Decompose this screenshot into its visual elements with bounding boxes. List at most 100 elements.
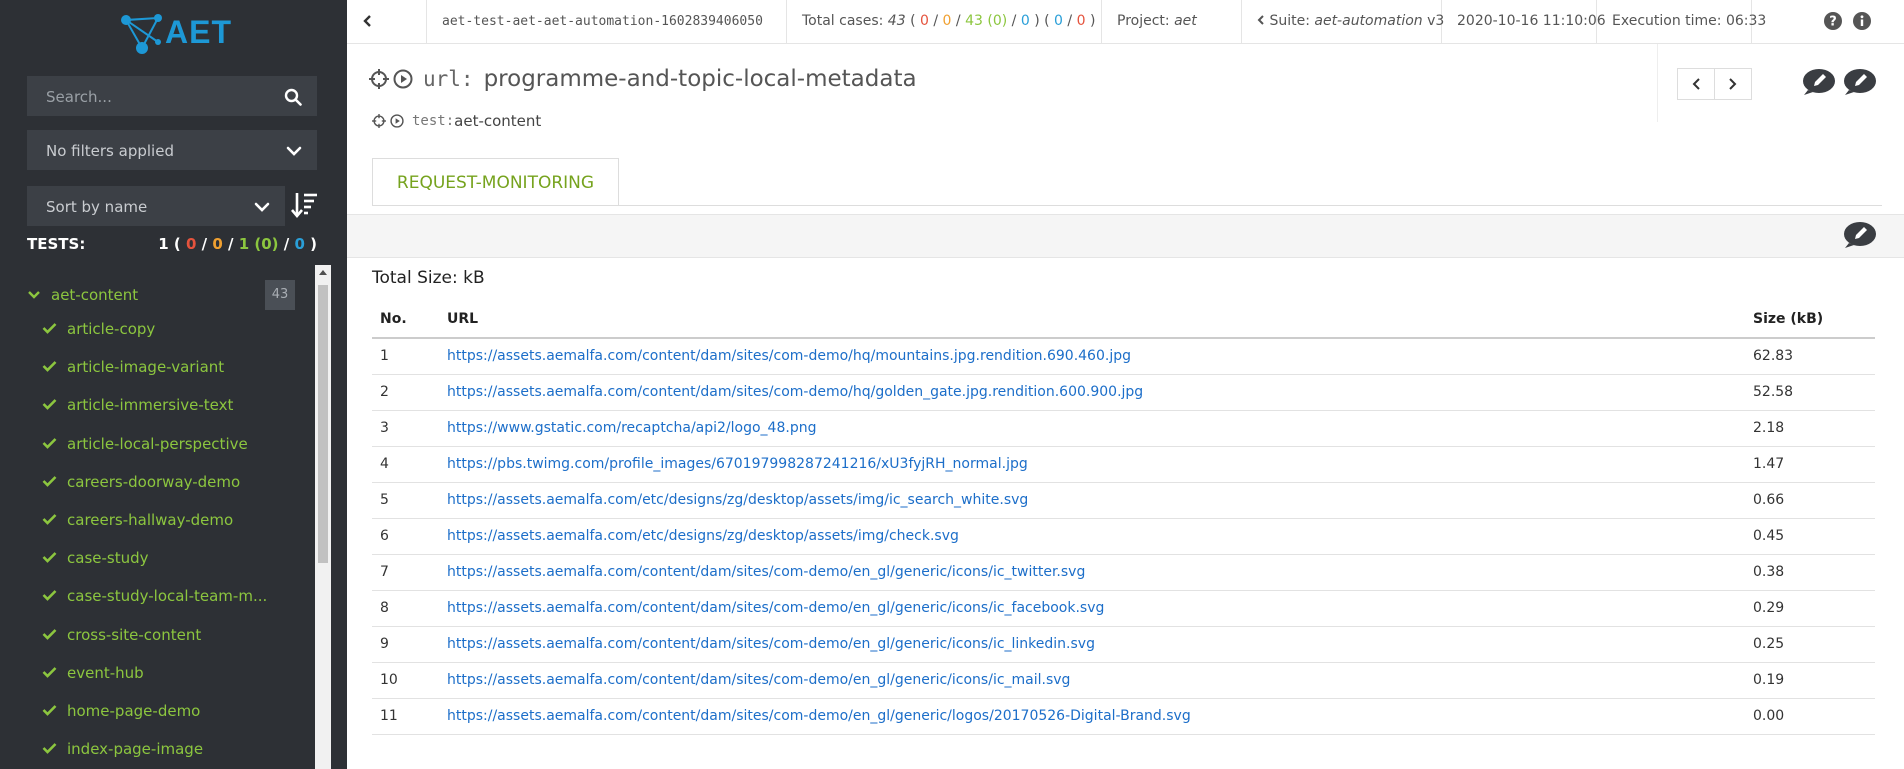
next-button[interactable] [1715,69,1751,99]
check-icon [42,310,58,348]
test-item[interactable]: article-copy [42,310,302,348]
row-url-cell: https://assets.aemalfa.com/content/dam/s… [439,554,1745,591]
row-number: 4 [372,446,439,483]
run-date: 2020-10-16 11:10:06 [1442,0,1606,43]
row-size: 52.58 [1745,374,1875,411]
test-item-label: case-study [67,549,149,568]
request-url-link[interactable]: https://assets.aemalfa.com/content/dam/s… [447,348,1131,364]
row-number: 3 [372,410,439,447]
test-item[interactable]: cross-site-content [42,616,302,654]
request-url-link[interactable]: https://pbs.twimg.com/profile_images/670… [447,456,1028,472]
aet-logo-icon [121,14,162,54]
url-title: url: programme-and-topic-local-metadata [369,66,917,92]
filter-dropdown[interactable]: No filters applied [27,130,317,170]
search-placeholder: Search... [46,88,112,106]
table-row: 9 https://assets.aemalfa.com/content/dam/… [372,626,1875,663]
search-input[interactable]: Search... [27,76,317,116]
toolbar-band [347,214,1904,258]
table-row: 5 https://assets.aemalfa.com/etc/designs/… [372,482,1875,519]
sort-dropdown[interactable]: Sort by name [27,186,285,226]
pencil-icon[interactable] [1802,68,1836,96]
project-value: aet [1174,13,1197,29]
suite-name: aet-content [51,286,139,304]
test-item-label: article-image-variant [67,358,225,377]
tests-sep: / [222,235,239,253]
chevron-left-icon [363,15,371,27]
check-icon [42,539,58,577]
chevron-down-icon[interactable] [27,280,41,310]
row-number: 9 [372,626,439,663]
test-item[interactable]: careers-doorway-demo [42,463,302,501]
suite-value: aet-automation [1314,13,1423,29]
chevron-left-icon [1257,15,1264,25]
scrollbar-thumb[interactable] [318,285,328,563]
sidebar-scrollbar[interactable] [315,265,331,769]
crosshair-icon[interactable] [372,114,386,128]
column-header-size: Size (kB) [1745,300,1875,339]
suite-count-badge: 43 [265,280,295,310]
row-url-cell: https://assets.aemalfa.com/content/dam/s… [439,374,1745,411]
comment-icon[interactable] [1843,68,1877,96]
test-item[interactable]: home-page-demo [42,692,302,730]
suite-link[interactable]: Suite: aet-automation v3 [1242,0,1444,43]
test-item-label: index-page-image [67,740,204,759]
request-url-link[interactable]: https://assets.aemalfa.com/content/dam/s… [447,672,1070,688]
test-item[interactable]: careers-hallway-demo [42,501,302,539]
request-url-link[interactable]: https://assets.aemalfa.com/etc/designs/z… [447,528,959,544]
test-item[interactable]: index-page-image [42,730,302,768]
tests-open: ( [168,235,186,253]
prev-next-nav [1677,68,1752,100]
requests-table: No. URL Size (kB) 1 https://assets.aemalf… [372,300,1875,735]
total-cases: Total cases: 43 ( 0 / 0 / 43 (0) / 0 ) (… [787,0,1102,43]
play-icon[interactable] [390,114,404,128]
tab-divider [372,205,1882,206]
table-row: 10 https://assets.aemalfa.com/content/dam… [372,662,1875,699]
previous-button[interactable] [1678,69,1715,99]
tests-passed: 1 [238,235,250,253]
crosshair-icon[interactable] [369,69,389,89]
scroll-up-arrow-icon[interactable] [319,270,327,275]
test-item[interactable]: article-image-variant [42,348,302,386]
test-item[interactable]: case-study-local-team-m... [42,577,302,615]
cases-close: ) [1085,13,1096,29]
info-icon[interactable] [1837,0,1871,43]
request-url-link[interactable]: https://www.gstatic.com/recaptcha/api2/l… [447,420,816,436]
row-url-cell: https://assets.aemalfa.com/etc/designs/z… [439,518,1745,555]
test-item[interactable]: article-local-perspective [42,425,302,463]
test-item-label: careers-hallway-demo [67,511,234,529]
cases-open: ( [905,13,920,29]
cases-sep: / [951,13,966,29]
request-url-link[interactable]: https://assets.aemalfa.com/content/dam/s… [447,708,1191,724]
back-button[interactable] [347,0,427,43]
test-item[interactable]: case-study [42,539,302,577]
request-url-link[interactable]: https://assets.aemalfa.com/content/dam/s… [447,600,1104,616]
request-url-link[interactable]: https://assets.aemalfa.com/etc/designs/z… [447,492,1028,508]
request-url-link[interactable]: https://assets.aemalfa.com/content/dam/s… [447,384,1143,400]
top-bar: aet-test-aet-aet-automation-160283940605… [347,0,1904,44]
comment-icon[interactable] [1843,221,1877,249]
sort-descending-icon[interactable] [290,190,320,222]
row-number: 11 [372,698,439,735]
test-item-label: careers-doorway-demo [67,472,241,491]
suite-label: Suite: [1269,13,1315,29]
search-icon[interactable] [284,77,302,117]
check-icon [42,348,58,386]
table-header-row: No. URL Size (kB) [372,300,1875,339]
test-item[interactable]: event-hub [42,654,302,692]
test-item[interactable]: article-immersive-text [42,386,302,424]
tests-summary: TESTS: 1 ( 0 / 0 / 1 (0) / 0 ) [27,235,317,253]
request-url-link[interactable]: https://assets.aemalfa.com/content/dam/s… [447,636,1095,652]
sidebar: AET Search... No filters applied Sort by… [0,0,347,769]
table-row: 2 https://assets.aemalfa.com/content/dam/… [372,374,1875,411]
request-url-link[interactable]: https://assets.aemalfa.com/content/dam/s… [447,564,1085,580]
filter-label: No filters applied [46,142,174,160]
check-icon [42,654,58,692]
tab-request-monitoring[interactable]: REQUEST-MONITORING [372,158,619,206]
project-info: Project: aet [1102,0,1242,43]
suite-item[interactable]: aet-content 43 [27,280,295,310]
play-icon[interactable] [393,69,413,89]
check-icon [42,463,58,501]
cases-label: Total cases: [802,13,888,29]
test-value: aet-content [454,112,542,130]
help-icon[interactable]: ? [1808,0,1842,43]
